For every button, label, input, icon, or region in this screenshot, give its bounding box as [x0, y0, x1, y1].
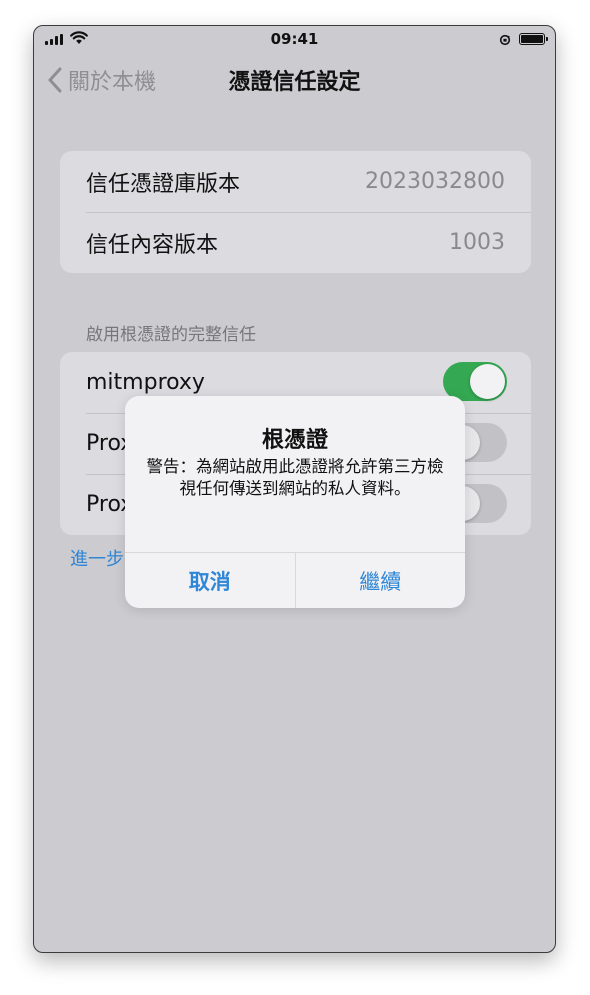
info-row-label: 信任內容版本 — [86, 232, 219, 258]
battery-icon — [519, 33, 548, 45]
info-row-content-version: 信任內容版本 1003 — [60, 212, 531, 273]
cancel-button[interactable]: 取消 — [125, 553, 296, 608]
orientation-lock-icon — [499, 34, 511, 46]
page-title: 憑證信任設定 — [228, 70, 361, 95]
info-row-label: 信任憑證庫版本 — [86, 171, 241, 197]
alert-message: 警告：為網站啟用此憑證將允許第三方檢視任何傳送到網站的私人資料。 — [146, 457, 444, 498]
info-row-value: 2023032800 — [365, 169, 505, 194]
phone-screen: 09:41 關於本機 憑證信任設定 信任憑證庫版本 2023032800 信任內… — [33, 25, 556, 953]
alert-actions: 取消 繼續 — [125, 552, 465, 608]
alert-title: 根憑證 — [261, 428, 328, 453]
version-info-group: 信任憑證庫版本 2023032800 信任內容版本 1003 — [60, 151, 531, 273]
status-bar: 09:41 — [34, 26, 555, 52]
section-header: 啟用根憑證的完整信任 — [86, 325, 256, 345]
continue-button[interactable]: 繼續 — [296, 553, 466, 608]
navigation-bar: 關於本機 憑證信任設定 — [34, 56, 555, 100]
info-row-store-version: 信任憑證庫版本 2023032800 — [60, 151, 531, 212]
info-row-value: 1003 — [449, 230, 505, 255]
learn-more-link[interactable]: 進一步 — [70, 545, 124, 571]
status-time: 09:41 — [270, 30, 319, 48]
root-certificate-alert: 根憑證 警告：為網站啟用此憑證將允許第三方檢視任何傳送到網站的私人資料。 取消 … — [125, 396, 465, 608]
